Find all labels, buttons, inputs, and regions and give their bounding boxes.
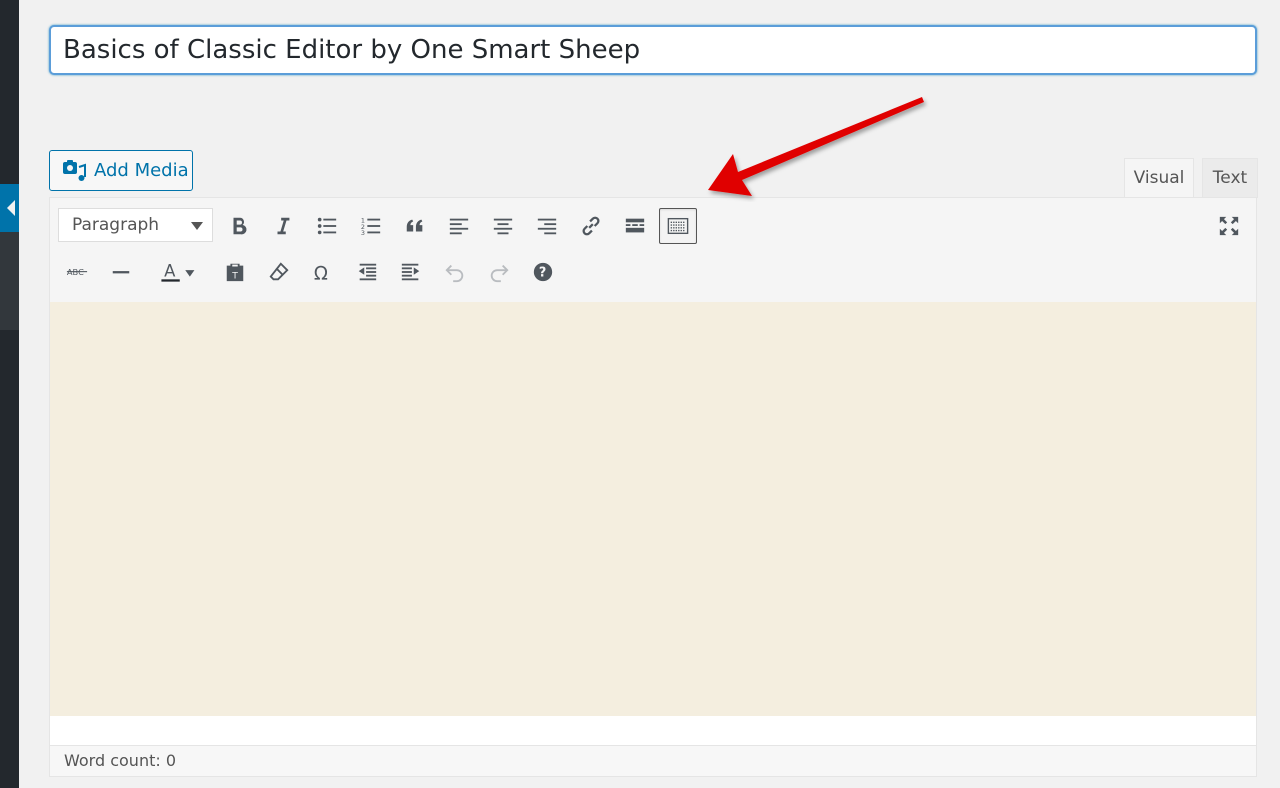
help-button[interactable]: ? — [524, 254, 562, 290]
help-icon: ? — [533, 262, 553, 282]
outdent-button[interactable] — [348, 254, 386, 290]
align-left-button[interactable] — [440, 208, 478, 244]
redo-button[interactable] — [480, 254, 518, 290]
editor-container: Paragraph 1 2 3 ABC A T Ω ? Word count: … — [49, 197, 1257, 777]
text-color-icon: A — [161, 262, 195, 282]
read-more-button[interactable] — [616, 208, 654, 244]
horizontal-line-button[interactable] — [102, 254, 140, 290]
outdent-icon — [358, 263, 377, 281]
media-icon — [63, 159, 86, 181]
indent-icon — [401, 263, 420, 281]
blockquote-button[interactable] — [396, 208, 434, 244]
paste-as-text-icon: T — [226, 263, 244, 281]
tab-visual[interactable]: Visual — [1124, 158, 1194, 198]
special-character-button[interactable]: Ω — [304, 254, 342, 290]
clear-formatting-icon — [269, 262, 289, 281]
chevron-down-icon — [191, 222, 203, 230]
post-title-input[interactable] — [49, 25, 1257, 75]
align-center-button[interactable] — [484, 208, 522, 244]
editor-content-area[interactable] — [50, 302, 1256, 716]
svg-text:T: T — [231, 270, 238, 281]
italic-button[interactable] — [264, 208, 302, 244]
special-character-icon: Ω — [314, 263, 328, 283]
align-left-icon — [449, 218, 469, 235]
format-select-value: Paragraph — [72, 215, 160, 235]
text-color-button[interactable]: A — [147, 254, 207, 290]
annotation-arrow — [708, 97, 924, 196]
editor-status-bar: Word count: 0 — [50, 745, 1256, 776]
toolbar-toggle-icon — [667, 217, 689, 235]
bold-button[interactable] — [220, 208, 258, 244]
clear-formatting-button[interactable] — [260, 254, 298, 290]
add-media-label: Add Media — [94, 160, 189, 181]
indent-button[interactable] — [392, 254, 430, 290]
bulleted-list-button[interactable] — [308, 208, 346, 244]
text-color-glyph: A — [164, 262, 176, 281]
toolbar-toggle-button[interactable] — [659, 208, 697, 244]
undo-icon — [445, 264, 464, 283]
admin-submenu[interactable] — [0, 232, 19, 330]
paste-as-text-button[interactable]: T — [216, 254, 254, 290]
admin-sidebar — [0, 0, 19, 788]
blockquote-icon — [406, 219, 423, 232]
tab-text[interactable]: Text — [1202, 158, 1258, 198]
numbered-list-icon: 1 2 3 — [361, 216, 381, 237]
bulleted-list-icon — [317, 217, 337, 235]
editor-resize-area — [50, 716, 1256, 745]
strikethrough-icon: ABC — [66, 267, 88, 277]
active-menu-indicator[interactable] — [0, 184, 19, 232]
fullscreen-button[interactable] — [1210, 208, 1248, 244]
align-center-icon — [493, 218, 513, 235]
read-more-icon — [625, 218, 645, 233]
horizontal-line-icon — [112, 271, 130, 274]
align-right-button[interactable] — [528, 208, 566, 244]
link-button[interactable] — [572, 208, 610, 244]
redo-icon — [490, 264, 509, 283]
strikethrough-button[interactable]: ABC — [58, 254, 96, 290]
undo-button[interactable] — [436, 254, 474, 290]
editor-toolbar: Paragraph 1 2 3 ABC A T Ω ? — [50, 198, 1256, 303]
link-icon — [582, 216, 600, 236]
svg-text:3: 3 — [361, 229, 365, 237]
align-right-icon — [537, 218, 557, 235]
format-select[interactable]: Paragraph — [58, 208, 213, 242]
omega-glyph: Ω — [314, 263, 328, 283]
numbered-list-button[interactable]: 1 2 3 — [352, 208, 390, 244]
italic-icon — [277, 217, 290, 235]
add-media-button[interactable]: Add Media — [49, 150, 193, 191]
fullscreen-icon — [1219, 216, 1239, 236]
bold-icon — [233, 217, 247, 235]
word-count: Word count: 0 — [64, 751, 177, 770]
help-glyph: ? — [539, 266, 546, 281]
